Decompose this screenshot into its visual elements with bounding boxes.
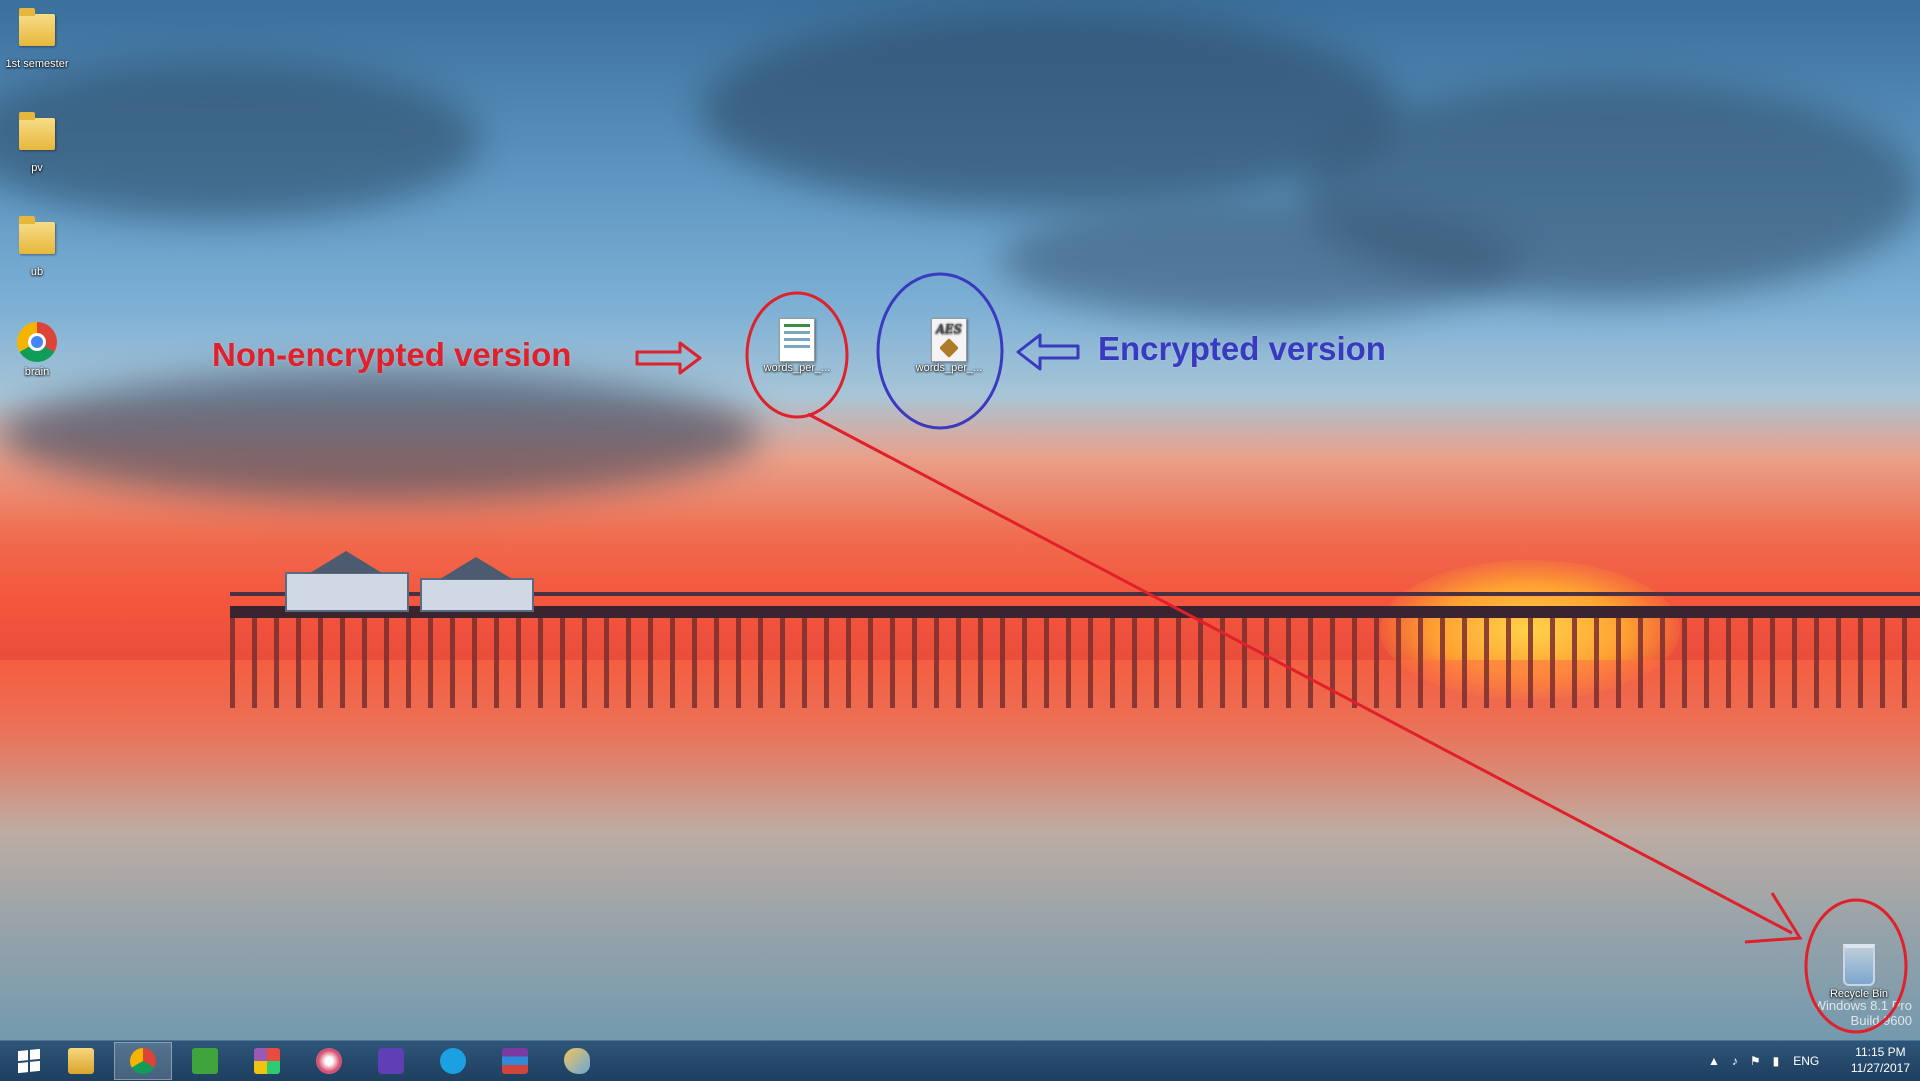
delete-path-line: [807, 412, 1793, 935]
start-button[interactable]: [0, 1042, 58, 1080]
taskbar-skype[interactable]: [424, 1042, 482, 1080]
evernote-icon: [192, 1048, 218, 1074]
language-indicator[interactable]: ENG: [1793, 1054, 1819, 1068]
chrome-icon: [130, 1048, 156, 1074]
taskbar-winrar[interactable]: [486, 1042, 544, 1080]
red-circle-annotation: [745, 291, 849, 419]
taskbar: ▲ ♪ ⚑ ▮ ENG 11:15 PM 11/27/2017: [0, 1040, 1920, 1081]
office-icon: [254, 1048, 280, 1074]
taskbar-evernote[interactable]: [176, 1042, 234, 1080]
settings-gear-icon: [378, 1048, 404, 1074]
taskbar-file-explorer[interactable]: [52, 1042, 110, 1080]
annotation-overlay: [635, 272, 1908, 1034]
encrypted-label: Encrypted version: [1098, 330, 1386, 367]
desktop-wallpaper: 1st semester pv ub brain words_per_... A…: [0, 0, 1920, 1040]
delete-arrowhead: [1744, 892, 1803, 944]
taskbar-chrome[interactable]: [114, 1042, 172, 1080]
winrar-icon: [502, 1048, 528, 1074]
taskbar-settings[interactable]: [362, 1042, 420, 1080]
taskbar-clock[interactable]: 11:15 PM 11/27/2017: [1851, 1044, 1910, 1076]
clock-date: 11/27/2017: [1850, 1061, 1910, 1075]
clock-time: 11:15 PM: [1855, 1045, 1906, 1059]
skype-icon: [440, 1048, 466, 1074]
paint-icon: [564, 1048, 590, 1074]
taskbar-paint[interactable]: [548, 1042, 606, 1080]
windows-logo-icon: [18, 1048, 40, 1074]
taskbar-office[interactable]: [238, 1042, 296, 1080]
network-icon[interactable]: ▮: [1773, 1054, 1780, 1068]
action-center-flag-icon[interactable]: ⚑: [1750, 1054, 1761, 1068]
paint-3d-icon: [316, 1048, 342, 1074]
volume-icon[interactable]: ♪: [1732, 1054, 1738, 1068]
right-arrow-annotation: [635, 341, 702, 375]
file-explorer-icon: [68, 1048, 94, 1074]
red-circle-recycle-annotation: [1804, 898, 1908, 1034]
taskbar-paint-3d[interactable]: [300, 1042, 358, 1080]
blue-circle-annotation: [876, 272, 1004, 430]
non-encrypted-label: Non-encrypted version: [212, 336, 572, 373]
show-hidden-icons-icon[interactable]: ▲: [1708, 1054, 1720, 1068]
left-arrow-annotation: [1016, 333, 1080, 371]
